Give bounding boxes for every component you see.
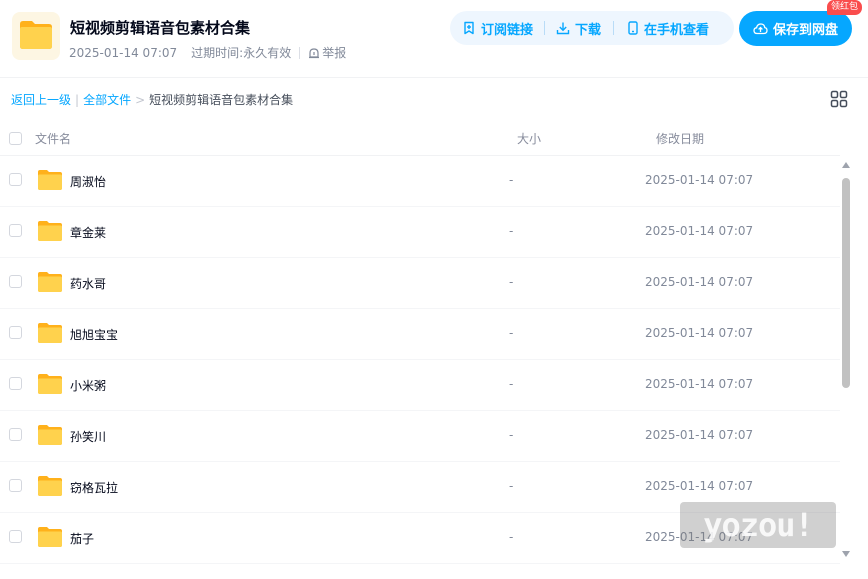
download-button[interactable]: 下载 (556, 19, 601, 38)
share-meta: 2025-01-14 07:07 过期时间: 永久有效 举报 (69, 44, 346, 61)
file-name[interactable]: 周淑怡 (70, 173, 106, 190)
file-name[interactable]: 茄子 (70, 530, 94, 547)
file-name[interactable]: 章金莱 (70, 224, 106, 241)
table-header: 文件名 大小 修改日期 (0, 120, 840, 156)
share-title: 短视频剪辑语音包素材合集 (70, 19, 251, 37)
save-label: 保存到网盘 (772, 23, 838, 38)
expiry-value: 永久有效 (243, 46, 292, 60)
watermark-logo: yozou! (680, 502, 836, 548)
file-date: 2025-01-14 07:07 (645, 377, 754, 391)
file-size: - (509, 377, 514, 391)
red-packet-badge[interactable]: 领红包 (827, 0, 863, 15)
all-files-link[interactable]: 全部文件 (83, 91, 131, 108)
action-divider (544, 21, 546, 35)
folder-icon (38, 527, 62, 547)
breadcrumb-separator: | (75, 92, 80, 107)
row-checkbox[interactable] (9, 224, 22, 237)
file-name[interactable]: 窃格瓦拉 (70, 479, 118, 496)
folder-icon (38, 374, 62, 394)
share-date: 2025-01-14 07:07 (69, 45, 178, 60)
report-label: 举报 (322, 46, 347, 60)
column-header-date[interactable]: 修改日期 (656, 130, 704, 147)
row-checkbox[interactable] (9, 326, 22, 339)
folder-icon (38, 221, 62, 241)
table-row[interactable]: 药水哥 - 2025-01-14 07:07 (0, 258, 840, 309)
action-group: 订阅链接 下载 在手机查看 (450, 11, 734, 45)
file-date: 2025-01-14 07:07 (645, 224, 754, 238)
file-size: - (509, 326, 514, 340)
folder-icon (38, 323, 62, 343)
folder-icon (38, 476, 62, 496)
save-to-drive-button[interactable]: 保存到网盘 (739, 11, 852, 46)
breadcrumb-separator: > (135, 92, 146, 107)
file-size: - (509, 173, 514, 187)
file-date: 2025-01-14 07:07 (645, 428, 754, 442)
table-row[interactable]: 章金莱 - 2025-01-14 07:07 (0, 207, 840, 258)
column-header-size[interactable]: 大小 (517, 130, 541, 147)
back-link[interactable]: 返回上一级 (11, 91, 71, 108)
meta-divider (299, 46, 301, 59)
row-checkbox[interactable] (9, 377, 22, 390)
file-size: - (509, 530, 514, 544)
breadcrumb: 返回上一级 | 全部文件 > 短视频剪辑语音包素材合集 (11, 91, 293, 108)
mobile-view-button[interactable]: 在手机查看 (627, 19, 709, 38)
file-date: 2025-01-14 07:07 (645, 479, 754, 493)
scroll-down-arrow[interactable] (842, 551, 850, 557)
table-row[interactable]: 孙笑川 - 2025-01-14 07:07 (0, 411, 840, 462)
folder-icon (12, 12, 60, 60)
scroll-thumb[interactable] (842, 178, 850, 388)
action-divider (613, 21, 615, 35)
expiry-label: 过期时间: (191, 46, 244, 60)
table-row[interactable]: 周淑怡 - 2025-01-14 07:07 (0, 156, 840, 207)
bookmark-plus-icon (464, 21, 474, 35)
row-checkbox[interactable] (9, 428, 22, 441)
file-date: 2025-01-14 07:07 (645, 275, 754, 289)
table-row[interactable]: 旭旭宝宝 - 2025-01-14 07:07 (0, 309, 840, 360)
download-icon (556, 22, 570, 35)
file-size: - (509, 428, 514, 442)
folder-icon (38, 272, 62, 292)
cloud-upload-icon (753, 23, 768, 35)
row-checkbox[interactable] (9, 173, 22, 186)
file-name[interactable]: 孙笑川 (70, 428, 106, 445)
phone-icon (628, 21, 638, 35)
subscribe-label: 订阅链接 (481, 22, 534, 38)
column-header-name[interactable]: 文件名 (35, 130, 71, 147)
row-checkbox[interactable] (9, 275, 22, 288)
file-date: 2025-01-14 07:07 (645, 173, 754, 187)
grid-icon (830, 90, 848, 108)
file-name[interactable]: 小米粥 (70, 377, 106, 394)
share-header: 短视频剪辑语音包素材合集 2025-01-14 07:07 过期时间: 永久有效… (0, 0, 868, 78)
download-label: 下载 (575, 22, 602, 38)
folder-icon (38, 425, 62, 445)
row-checkbox[interactable] (9, 530, 22, 543)
scrollbar[interactable] (840, 158, 852, 562)
mobile-view-label: 在手机查看 (644, 22, 710, 38)
select-all-checkbox[interactable] (9, 132, 22, 145)
file-size: - (509, 275, 514, 289)
warning-icon (309, 47, 320, 58)
file-size: - (509, 224, 514, 238)
file-name[interactable]: 旭旭宝宝 (70, 326, 118, 343)
file-date: 2025-01-14 07:07 (645, 326, 754, 340)
breadcrumb-current: 短视频剪辑语音包素材合集 (149, 93, 294, 107)
row-checkbox[interactable] (9, 479, 22, 492)
table-row[interactable]: 小米粥 - 2025-01-14 07:07 (0, 360, 840, 411)
folder-icon (38, 170, 62, 190)
file-size: - (509, 479, 514, 493)
report-link[interactable]: 举报 (308, 44, 346, 61)
file-name[interactable]: 药水哥 (70, 275, 106, 292)
scroll-up-arrow[interactable] (842, 162, 850, 168)
grid-view-toggle[interactable] (830, 90, 848, 108)
subscribe-button[interactable]: 订阅链接 (462, 19, 533, 38)
